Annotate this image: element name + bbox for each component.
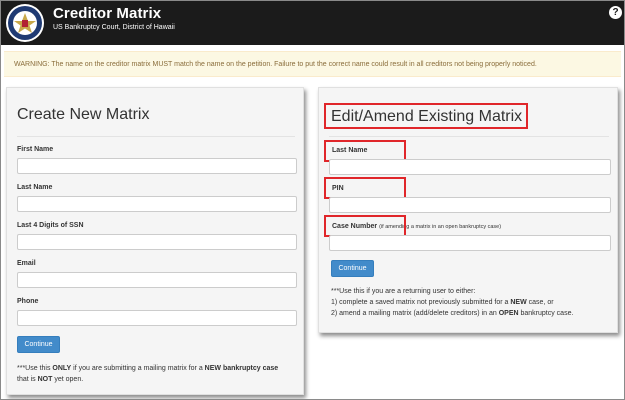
create-note-text: yet open.: [52, 376, 84, 383]
email-label: Email: [17, 260, 36, 267]
create-note-text: ***Use this: [17, 365, 53, 372]
edit-usage-note: ***Use this if you are a returning user …: [331, 286, 615, 319]
court-seal-icon: [6, 4, 44, 42]
edit-continue-button[interactable]: Continue: [331, 260, 374, 277]
case-number-highlight-box: [324, 215, 406, 237]
edit-note-text: case, or: [526, 299, 554, 306]
ssn-input[interactable]: [17, 234, 297, 250]
create-note-text: if you are submitting a mailing matrix f…: [71, 365, 205, 372]
create-usage-note: ***Use this ONLY if you are submitting a…: [17, 363, 299, 385]
first-name-label: First Name: [17, 146, 54, 153]
edit-note-bold: NEW: [510, 299, 527, 306]
last-name-input[interactable]: [17, 196, 297, 212]
create-panel-title: Create New Matrix: [17, 106, 150, 123]
edit-matrix-panel: Edit/Amend Existing Matrix Last Name PIN…: [318, 87, 618, 333]
phone-input[interactable]: [17, 310, 297, 326]
edit-note-text: 1) complete a saved matrix not previousl…: [331, 299, 511, 306]
edit-last-name-input[interactable]: [329, 159, 611, 175]
create-continue-button[interactable]: Continue: [17, 336, 60, 353]
email-input[interactable]: [17, 272, 297, 288]
edit-panel-divider: [329, 136, 609, 137]
page-frame: Creditor Matrix US Bankruptcy Court, Dis…: [0, 0, 625, 400]
app-subtitle: US Bankruptcy Court, District of Hawaii: [53, 24, 175, 31]
title-highlight-box: [324, 103, 528, 129]
create-note-bold: NEW bankruptcy case: [204, 365, 279, 372]
create-note-bold: ONLY: [52, 365, 72, 372]
edit-note-text: 2) amend a mailing matrix (add/delete cr…: [331, 310, 499, 317]
app-header: Creditor Matrix US Bankruptcy Court, Dis…: [1, 1, 624, 45]
create-note-bold: NOT: [37, 376, 53, 383]
last-name-label: Last Name: [17, 184, 53, 191]
first-name-input[interactable]: [17, 158, 297, 174]
create-note-text: that is: [17, 376, 38, 383]
create-panel-divider: [17, 136, 295, 137]
app-title: Creditor Matrix: [53, 5, 162, 22]
ssn-label: Last 4 Digits of SSN: [17, 222, 84, 229]
edit-note-text: bankruptcy case.: [518, 310, 574, 317]
help-icon[interactable]: ?: [609, 6, 622, 19]
warning-banner: WARNING: The name on the creditor matrix…: [4, 51, 621, 77]
create-matrix-panel: Create New Matrix First Name Last Name L…: [6, 87, 304, 395]
edit-note-text: ***Use this if you are a returning user …: [331, 288, 476, 295]
pin-input[interactable]: [329, 197, 611, 213]
edit-note-bold: OPEN: [498, 310, 519, 317]
phone-label: Phone: [17, 298, 39, 305]
pin-highlight-box: [324, 177, 406, 199]
case-number-input[interactable]: [329, 235, 611, 251]
